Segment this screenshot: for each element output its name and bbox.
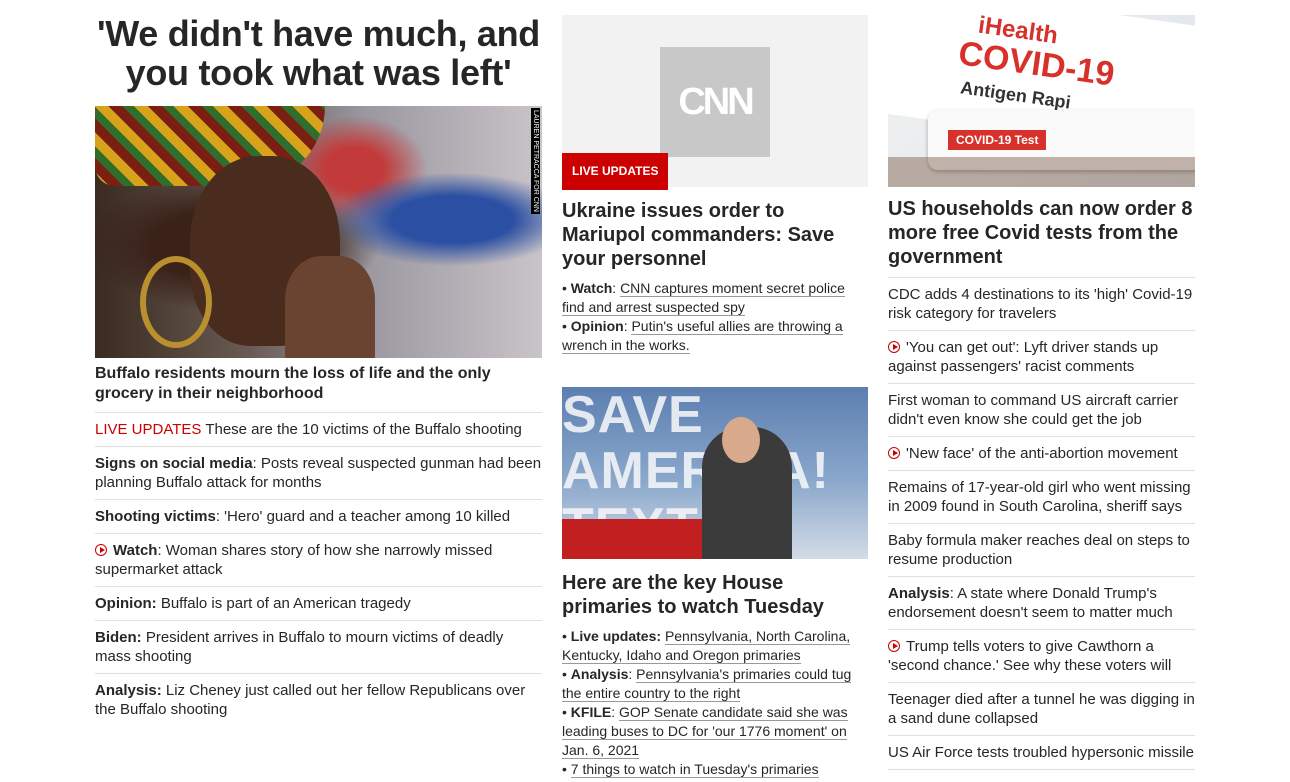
bullet-item[interactable]: • Watch: CNN captures moment secret poli… [562, 279, 868, 317]
item-text: Baby formula maker reaches deal on steps… [888, 532, 1190, 568]
earring-shape [140, 256, 212, 348]
list-item[interactable]: Teenager died after a tunnel he was digg… [888, 683, 1195, 736]
hands-shape [285, 256, 375, 358]
list-item[interactable]: CDC adds 4 destinations to its 'high' Co… [888, 278, 1195, 331]
item-prefix: Analysis: [95, 682, 162, 699]
primaries-bullets: • Live updates: Pennsylvania, North Caro… [562, 627, 868, 779]
cnn-logo-text: CNN [678, 80, 754, 123]
list-item[interactable]: Baby formula maker reaches deal on steps… [888, 524, 1195, 577]
item-prefix: Analysis [888, 585, 950, 602]
list-item[interactable]: Watch: Woman shares story of how she nar… [95, 534, 542, 587]
item-text: 'New face' of the anti-abortion movement [906, 445, 1178, 462]
list-item[interactable]: Trump tells voters to give Cawthorn a 's… [888, 630, 1195, 683]
covid-story-title[interactable]: US households can now order 8 more free … [888, 197, 1195, 278]
covid-test-image[interactable]: iHealth COVID-19 Antigen Rapi COVID-19 T… [888, 15, 1195, 187]
live-updates-badge: LIVE UPDATES [562, 153, 669, 190]
play-video-icon [888, 447, 900, 459]
list-item[interactable]: 'You can get out': Lyft driver stands up… [888, 331, 1195, 384]
bullet-item[interactable]: • Opinion: Putin's useful allies are thr… [562, 317, 868, 355]
item-text: These are the 10 victims of the Buffalo … [201, 421, 522, 438]
bullet-link[interactable]: 7 things to watch in Tuesday's primaries [570, 761, 819, 778]
list-item[interactable]: 'New face' of the anti-abortion movement [888, 437, 1195, 471]
bullet-item[interactable]: • Analysis: Pennsylvania's primaries cou… [562, 665, 868, 703]
speaker-head-shape [722, 417, 760, 463]
item-prefix: Signs on social media [95, 455, 253, 472]
table-shadow [888, 157, 1195, 187]
test-label: COVID-19 Test [948, 130, 1047, 150]
item-text: President arrives in Buffalo to mourn vi… [95, 629, 504, 665]
item-text: : 'Hero' guard and a teacher among 10 ki… [215, 508, 511, 525]
item-text: CDC adds 4 destinations to its 'high' Co… [888, 286, 1193, 322]
hero-image[interactable]: LAUREN PETRACCA FOR CNN [95, 106, 542, 358]
item-text: US Air Force tests troubled hypersonic m… [888, 744, 1194, 761]
bullet-prefix: KFILE [570, 704, 612, 720]
primaries-story-title[interactable]: Here are the key House primaries to watc… [562, 571, 868, 619]
list-item[interactable]: LIVE UPDATES These are the 10 victims of… [95, 413, 542, 447]
bullet-prefix: Live updates: [570, 628, 662, 644]
cnn-placeholder-image[interactable]: CNN LIVE UPDATES [562, 15, 868, 190]
list-item[interactable]: Signs on social media: Posts reveal susp… [95, 447, 542, 500]
item-prefix: LIVE UPDATES [95, 421, 202, 438]
play-video-icon [888, 640, 900, 652]
item-text: 'You can get out': Lyft driver stands up… [888, 339, 1159, 375]
list-item[interactable]: Analysis: A state where Donald Trump's e… [888, 577, 1195, 630]
item-prefix: Opinion: [95, 595, 157, 612]
bullet-item[interactable]: • KFILE: GOP Senate candidate said she w… [562, 703, 868, 760]
photo-credit: LAUREN PETRACCA FOR CNN [531, 108, 540, 214]
list-item[interactable]: Remains of 17-year-old girl who went mis… [888, 471, 1195, 524]
play-video-icon [888, 341, 900, 353]
item-prefix: Shooting victims [95, 508, 216, 525]
play-video-icon [95, 544, 107, 556]
bullet-prefix: Opinion [570, 318, 624, 334]
right-column: iHealth COVID-19 Antigen Rapi COVID-19 T… [888, 0, 1195, 770]
item-text: Trump tells voters to give Cawthorn a 's… [888, 638, 1172, 674]
bullet-prefix: Watch [570, 280, 613, 296]
list-item[interactable]: US Air Force tests troubled hypersonic m… [888, 736, 1195, 770]
ukraine-story-title[interactable]: Ukraine issues order to Mariupol command… [562, 199, 868, 271]
cnn-logo-icon: CNN [660, 47, 770, 157]
item-text: Buffalo is part of an American tragedy [156, 595, 411, 612]
list-item[interactable]: Analysis: Liz Cheney just called out her… [95, 674, 542, 726]
item-text: Remains of 17-year-old girl who went mis… [888, 479, 1191, 515]
more-stories-list: CDC adds 4 destinations to its 'high' Co… [888, 278, 1195, 770]
rally-image[interactable]: SAVE AMERICA! TEXT RALLY 2022 [562, 387, 868, 559]
bullet-item[interactable]: • 7 things to watch in Tuesday's primari… [562, 760, 868, 779]
middle-column: CNN LIVE UPDATES Ukraine issues order to… [562, 0, 868, 779]
list-item[interactable]: Biden: President arrives in Buffalo to m… [95, 621, 542, 674]
list-item[interactable]: First woman to command US aircraft carri… [888, 384, 1195, 437]
item-text: First woman to command US aircraft carri… [888, 392, 1179, 428]
bullet-prefix: Analysis [570, 666, 629, 682]
related-stories-list: LIVE UPDATES These are the 10 victims of… [95, 413, 542, 726]
list-item[interactable]: Shooting victims: 'Hero' guard and a tea… [95, 500, 542, 534]
ukraine-bullets: • Watch: CNN captures moment secret poli… [562, 279, 868, 355]
item-prefix: Biden: [95, 629, 142, 646]
item-prefix: Watch [113, 542, 158, 559]
list-item[interactable]: Opinion: Buffalo is part of an American … [95, 587, 542, 621]
lead-story-title[interactable]: Buffalo residents mourn the loss of life… [95, 364, 542, 413]
top-story-column: 'We didn't have much, and you took what … [95, 0, 542, 726]
bullet-item[interactable]: • Live updates: Pennsylvania, North Caro… [562, 627, 868, 665]
item-text: Teenager died after a tunnel he was digg… [888, 691, 1195, 727]
main-headline[interactable]: 'We didn't have much, and you took what … [95, 14, 542, 92]
